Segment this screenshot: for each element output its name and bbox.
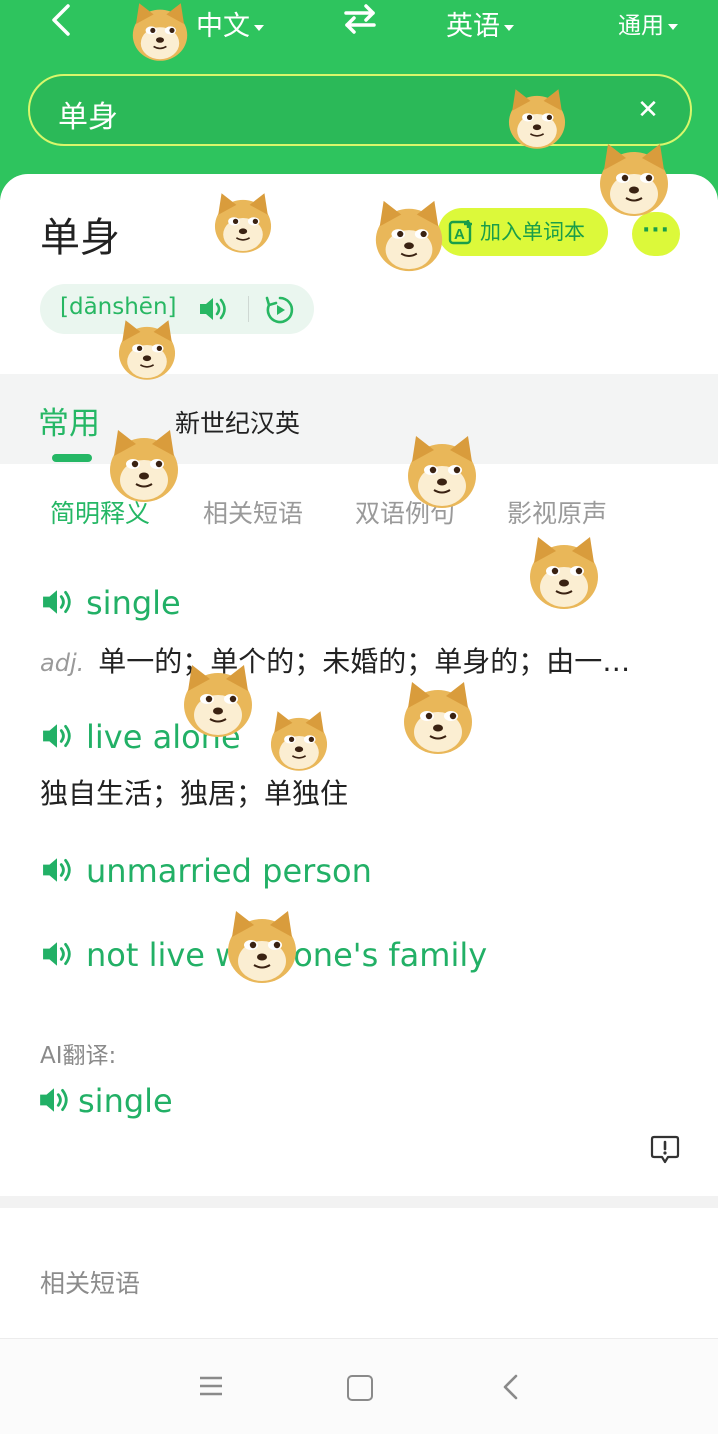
entry-term[interactable]: single bbox=[40, 584, 181, 622]
chevron-down-icon bbox=[668, 23, 678, 30]
system-back-icon[interactable] bbox=[500, 1373, 522, 1401]
recent-apps-icon[interactable] bbox=[198, 1375, 224, 1397]
ai-translation-label: AI翻译: bbox=[40, 1043, 117, 1069]
search-input[interactable]: 单身 ✕ bbox=[28, 74, 692, 146]
doge-sticker bbox=[109, 429, 179, 503]
doge-sticker bbox=[227, 910, 297, 984]
source-language-select[interactable]: 中文 bbox=[196, 4, 264, 43]
doge-sticker bbox=[183, 664, 253, 738]
feedback-icon[interactable] bbox=[650, 1134, 680, 1166]
section-divider bbox=[0, 1196, 718, 1208]
add-to-wordbook-label: 加入单词本 bbox=[480, 220, 585, 244]
top-bar: 中文 英语 通用 bbox=[0, 0, 718, 44]
doge-sticker bbox=[407, 435, 477, 509]
svg-text:A: A bbox=[454, 226, 465, 243]
subtab-phrases[interactable]: 相关短语 bbox=[203, 494, 303, 530]
doge-sticker bbox=[132, 2, 188, 62]
word-title: 单身 bbox=[40, 215, 120, 261]
domain-label: 通用 bbox=[618, 13, 664, 39]
doge-sticker bbox=[270, 710, 328, 772]
doge-sticker bbox=[529, 536, 599, 610]
domain-select[interactable]: 通用 bbox=[618, 6, 678, 40]
divider bbox=[248, 296, 249, 322]
system-nav-bar bbox=[0, 1338, 718, 1434]
chevron-down-icon bbox=[504, 24, 514, 31]
clear-icon[interactable]: ✕ bbox=[634, 96, 662, 124]
replay-icon[interactable] bbox=[264, 294, 296, 326]
entry-definition: adj. 单一的；单个的；未婚的；单身的；由一… bbox=[40, 640, 630, 680]
speaker-icon[interactable] bbox=[40, 587, 74, 617]
target-language-select[interactable]: 英语 bbox=[446, 4, 514, 43]
source-language-label: 中文 bbox=[196, 11, 250, 42]
entry-term-text: single bbox=[86, 584, 181, 622]
doge-sticker bbox=[374, 199, 444, 273]
tab-indicator bbox=[52, 454, 92, 462]
doge-sticker bbox=[214, 192, 272, 254]
ai-translation-text: single bbox=[78, 1082, 173, 1120]
add-to-wordbook-button[interactable]: A 加入单词本 bbox=[438, 208, 608, 256]
doge-sticker bbox=[599, 143, 669, 217]
ai-translation-result[interactable]: single bbox=[38, 1082, 173, 1120]
speaker-icon[interactable] bbox=[40, 855, 74, 885]
chevron-down-icon bbox=[254, 24, 264, 31]
doge-sticker bbox=[403, 681, 473, 755]
related-phrases-heading: 相关短语 bbox=[40, 1269, 141, 1298]
entry-term-text: unmarried person bbox=[86, 852, 372, 890]
subtab-media[interactable]: 影视原声 bbox=[507, 494, 607, 530]
doge-sticker bbox=[118, 319, 176, 381]
target-language-label: 英语 bbox=[446, 11, 500, 42]
swap-languages-icon[interactable] bbox=[343, 4, 377, 34]
speaker-icon[interactable] bbox=[40, 721, 74, 751]
search-query-text: 单身 bbox=[58, 100, 118, 135]
part-of-speech: adj. bbox=[40, 649, 85, 677]
tab-common[interactable]: 常用 bbox=[38, 398, 100, 443]
home-icon[interactable] bbox=[347, 1375, 373, 1401]
speaker-icon[interactable] bbox=[198, 295, 228, 323]
entry-definition: 独自生活；独居；单独住 bbox=[40, 777, 349, 810]
speaker-icon[interactable] bbox=[38, 1085, 70, 1115]
speaker-icon[interactable] bbox=[40, 939, 74, 969]
add-word-icon: A bbox=[448, 220, 472, 245]
back-icon[interactable] bbox=[46, 2, 78, 38]
tab-new-century[interactable]: 新世纪汉英 bbox=[175, 404, 300, 440]
doge-sticker bbox=[508, 88, 566, 150]
entry-term[interactable]: unmarried person bbox=[40, 852, 372, 890]
